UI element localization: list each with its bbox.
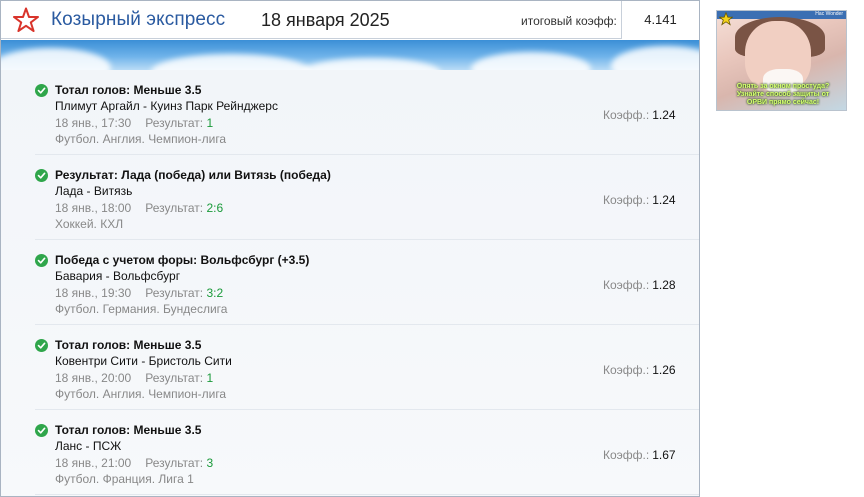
star-logo-icon [13,7,39,32]
ad-banner[interactable]: Нас Wonder Опять за окном простуда? Узна… [716,10,847,111]
bet-result-label: Результат: [145,371,204,385]
bet-match: Лада - Витязь [55,184,133,198]
bet-result-value: 2:6 [206,201,224,215]
bet-coef: Коэфф.: 1.26 [603,363,676,377]
bet-time: 18 янв., 17:30 [55,116,132,130]
bet-match: Ковентри Сити - Бристоль Сити [55,354,232,368]
bet-title: Результат: Лада (победа) или Витязь (поб… [55,168,331,182]
total-coef-label: итоговый коэфф: [521,14,617,28]
bet-league: Футбол. Германия. Бундеслига [55,302,228,316]
check-circle-icon [35,84,48,97]
bet-result-label: Результат: [145,456,204,470]
bet-row[interactable]: Тотал голов: Меньше 3.5 Ланс - ПСЖ 18 ян… [35,410,699,495]
bet-title: Тотал голов: Меньше 3.5 [55,423,202,437]
bet-row[interactable]: Победа с учетом форы: Вольфсбург (+3.5) … [35,240,699,325]
ad-caption: Опять за окном простуда? Узнайте способ … [736,83,830,106]
bet-meta: 18 янв., 19:30 Результат: 3:2 [55,286,223,300]
bet-result-label: Результат: [145,201,204,215]
bet-coef-value: 1.26 [652,363,676,377]
bet-row[interactable]: Тотал голов: Меньше 3.5 Ковентри Сити - … [35,325,699,410]
bet-meta: 18 янв., 17:30 Результат: 1 [55,116,213,130]
bet-result-value: 3:2 [206,286,224,300]
check-circle-icon [35,424,48,437]
bet-coef-label: Коэфф.: [603,278,650,292]
check-circle-icon [35,169,48,182]
bet-time: 18 янв., 21:00 [55,456,132,470]
bet-result-value: 1 [206,116,214,130]
bet-league: Футбол. Франция. Лига 1 [55,472,194,486]
bet-coef-label: Коэфф.: [603,363,650,377]
bet-coef-value: 1.24 [652,193,676,207]
sky-banner [1,40,699,70]
bet-coef: Коэфф.: 1.28 [603,278,676,292]
bet-match: Ланс - ПСЖ [55,439,122,453]
bet-coef-value: 1.28 [652,278,676,292]
bet-league: Футбол. Англия. Чемпион-лига [55,132,227,146]
total-coef-value: 4.141 [621,1,699,39]
bet-title: Тотал голов: Меньше 3.5 [55,338,202,352]
bet-row[interactable]: Тотал голов: Меньше 3.5 Плимут Аргайл - … [35,70,699,155]
header-bar: Козырный экспресс 18 января 2025 итоговы… [1,1,699,39]
page-title: Козырный экспресс [51,9,226,30]
check-circle-icon [35,339,48,352]
ad-top-text: Нас Wonder [815,11,843,17]
star-badge-icon [719,12,733,26]
bet-coef: Коэфф.: 1.67 [603,448,676,462]
bet-result-label: Результат: [145,116,204,130]
bet-league: Хоккей. КХЛ [55,217,124,231]
bet-row[interactable]: Результат: Лада (победа) или Витязь (поб… [35,155,699,240]
bet-time: 18 янв., 18:00 [55,201,132,215]
bet-league: Футбол. Англия. Чемпион-лига [55,387,227,401]
bet-result-value: 3 [206,456,214,470]
bet-match: Плимут Аргайл - Куинз Парк Рейнджерс [55,99,278,113]
bet-coef: Коэфф.: 1.24 [603,108,676,122]
check-circle-icon [35,254,48,267]
bet-result-value: 1 [206,371,214,385]
bet-coef: Коэфф.: 1.24 [603,193,676,207]
bet-coef-value: 1.67 [652,448,676,462]
express-date: 18 января 2025 [261,10,390,30]
bet-list: Тотал голов: Меньше 3.5 Плимут Аргайл - … [1,70,699,496]
bet-coef-value: 1.24 [652,108,676,122]
bet-coef-label: Коэфф.: [603,193,650,207]
bet-time: 18 янв., 19:30 [55,286,132,300]
bet-title: Победа с учетом форы: Вольфсбург (+3.5) [55,253,310,267]
bet-meta: 18 янв., 21:00 Результат: 3 [55,456,213,470]
bet-meta: 18 янв., 18:00 Результат: 2:6 [55,201,223,215]
bet-coef-label: Коэфф.: [603,108,650,122]
bet-time: 18 янв., 20:00 [55,371,132,385]
bet-match: Бавария - Вольфсбург [55,269,181,283]
bet-title: Тотал голов: Меньше 3.5 [55,83,202,97]
bet-coef-label: Коэфф.: [603,448,650,462]
express-panel: Козырный экспресс 18 января 2025 итоговы… [0,0,700,497]
bet-result-label: Результат: [145,286,204,300]
bet-meta: 18 янв., 20:00 Результат: 1 [55,371,213,385]
